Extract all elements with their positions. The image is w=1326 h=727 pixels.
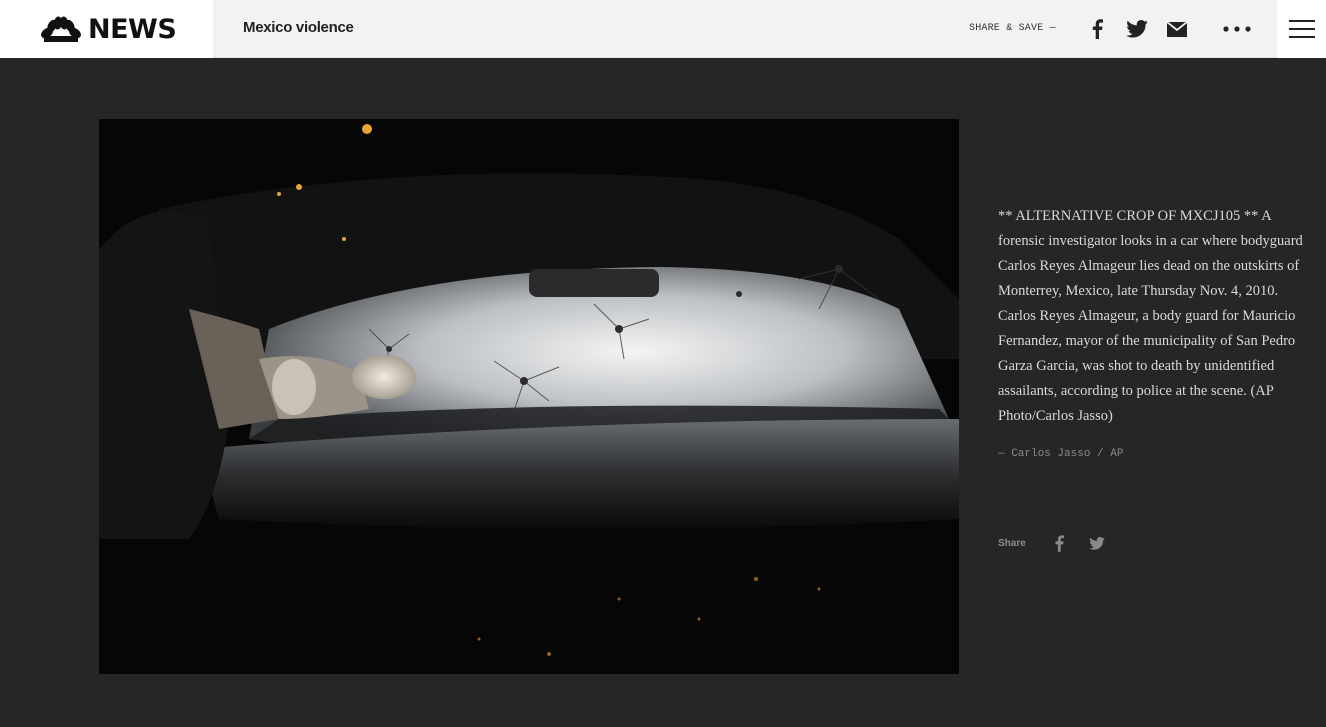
twitter-icon	[1088, 536, 1105, 550]
photo-caption-panel: ** ALTERNATIVE CROP OF MXCJ105 ** A fore…	[998, 204, 1308, 460]
share-label: Share	[998, 537, 1026, 549]
caption-twitter-button[interactable]	[1086, 532, 1108, 554]
photo-credit: — Carlos Jasso / AP	[998, 448, 1124, 460]
photo-caption: ** ALTERNATIVE CROP OF MXCJ105 ** A fore…	[998, 208, 1303, 424]
more-icon	[1223, 26, 1251, 32]
facebook-share-button[interactable]	[1084, 16, 1110, 42]
section-title[interactable]: Mexico violence	[243, 19, 354, 36]
logo-text: NEWS	[88, 13, 177, 45]
nbc-peacock-icon	[41, 16, 81, 42]
hamburger-menu-icon	[1288, 20, 1315, 38]
facebook-icon	[1092, 19, 1103, 39]
slideshow-photo	[99, 119, 959, 674]
share-save-label: SHARE & SAVE —	[969, 23, 1056, 34]
site-header: NEWS Mexico violence SHARE & SAVE —	[0, 0, 1326, 58]
twitter-icon	[1126, 20, 1148, 38]
more-options-button[interactable]	[1222, 16, 1252, 42]
caption-facebook-button[interactable]	[1048, 532, 1070, 554]
email-icon	[1167, 21, 1187, 37]
menu-button[interactable]	[1277, 0, 1326, 58]
photo-illustration	[99, 119, 959, 674]
email-share-button[interactable]	[1164, 16, 1190, 42]
nbc-news-logo[interactable]: NEWS	[0, 0, 213, 58]
twitter-share-button[interactable]	[1124, 16, 1150, 42]
caption-share-row: Share	[998, 532, 1124, 554]
facebook-icon	[1055, 534, 1064, 552]
